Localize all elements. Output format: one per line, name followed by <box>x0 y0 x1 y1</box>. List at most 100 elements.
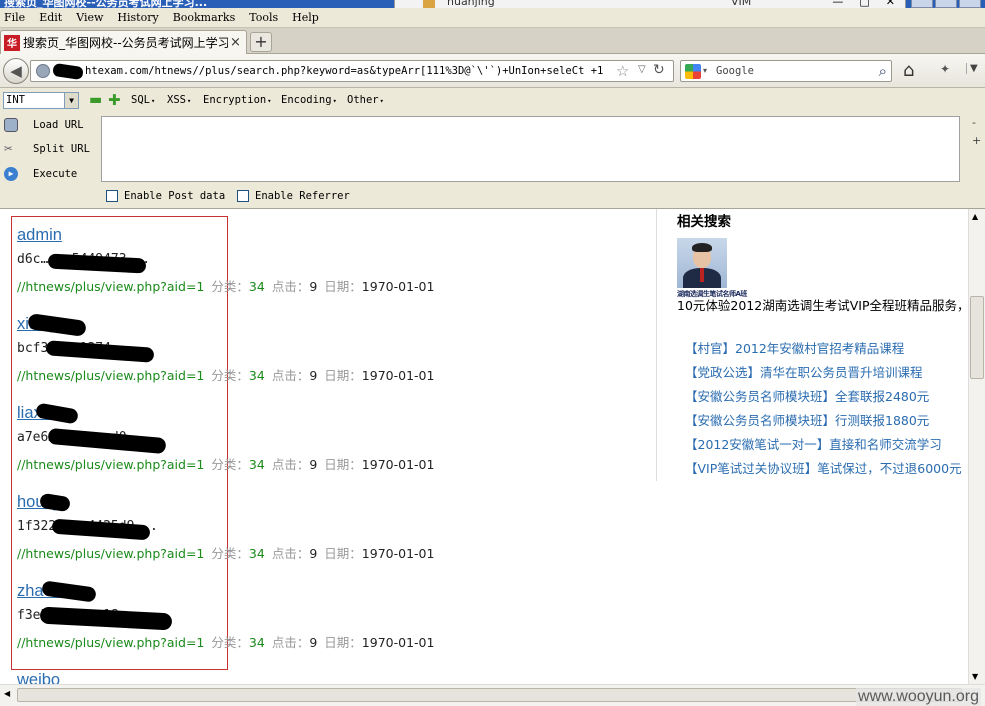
category-value: 34 <box>248 279 265 294</box>
back-button[interactable]: ◀ <box>3 58 29 84</box>
menu-encryption[interactable]: Encryption <box>203 94 271 106</box>
clicks-label: 点击： <box>271 635 310 650</box>
result-url: //htnews/plus/view.php?aid=1 <box>17 457 205 472</box>
related-link[interactable]: 【村官】2012年安徽村官招考精品课程 <box>685 338 904 357</box>
checkbox-icon[interactable] <box>106 190 118 202</box>
url-bar[interactable]: htexam.com/htnews//plus/search.php?keywo… <box>30 60 674 82</box>
result-meta: //htnews/plus/view.php?aid=1 分类：34 点击：9 日期：… <box>17 454 467 473</box>
result-url: //htnews/plus/view.php?aid=1 <box>17 368 205 383</box>
result-title-link[interactable]: houaj <box>17 491 467 513</box>
date-value: 1970-01-01 <box>361 457 435 472</box>
redaction-scribble <box>52 62 84 81</box>
overlay-window-controls[interactable]: — □ ✕ <box>832 0 895 8</box>
url-text[interactable]: htexam.com/htnews//plus/search.php?keywo… <box>85 65 605 77</box>
related-link[interactable]: 【党政公选】清华在职公务员晋升培训课程 <box>685 362 923 381</box>
result-title-link[interactable]: liaxxx <box>17 402 467 424</box>
search-placeholder[interactable]: Google <box>716 65 754 77</box>
type-select-value: INT <box>6 94 25 106</box>
site-favicon-icon: 华 <box>4 34 20 51</box>
menu-file[interactable]: File <box>4 11 25 24</box>
clicks-value: 9 <box>309 368 318 383</box>
result-title-link[interactable]: weibo <box>17 669 467 684</box>
vertical-scrollbar[interactable]: ▲ ▼ <box>968 209 985 684</box>
split-url-button[interactable]: ✂ Split URL <box>4 142 90 156</box>
new-tab-button[interactable]: + <box>250 32 272 52</box>
tab-active[interactable]: 华 搜索页_华图网校--公务员考试网上学习… × <box>0 30 247 54</box>
menu-help[interactable]: Help <box>292 11 319 24</box>
related-search-sidebar: 相关搜索 湖南选调生笔试名师A班 10元体验2012湖南选调生考试VIP全程班精… <box>656 209 968 481</box>
toolbar-menu-dropdown-icon[interactable]: ▼ <box>966 63 978 74</box>
menu-bar: File Edit View History Bookmarks Tools H… <box>0 8 985 28</box>
menu-bookmarks[interactable]: Bookmarks <box>173 11 236 24</box>
globe-icon <box>36 64 50 78</box>
chevron-down-icon[interactable]: ▼ <box>64 93 78 108</box>
result-title-link[interactable]: admin <box>17 224 467 246</box>
menu-view[interactable]: View <box>76 11 103 24</box>
result-meta: //htnews/plus/view.php?aid=1 分类：34 点击：9 日期：… <box>17 365 467 384</box>
related-link[interactable]: 【VIP笔试过关协议班】笔试保过，不过退6000元 <box>685 458 962 477</box>
teacher-photo[interactable] <box>677 238 727 288</box>
grow-textarea-button[interactable]: + <box>972 132 981 150</box>
enable-referrer-checkbox[interactable]: Enable Referrer <box>237 190 350 202</box>
url-dropdown-icon[interactable]: ▽ <box>638 64 646 75</box>
execute-label: Execute <box>33 168 78 180</box>
increment-icon[interactable]: ✚ <box>108 91 121 109</box>
reload-icon[interactable]: ↻ <box>653 62 665 78</box>
sidebar-heading: 相关搜索 <box>677 214 731 230</box>
clicks-label: 点击： <box>271 368 310 383</box>
result-url: //htnews/plus/view.php?aid=1 <box>17 279 205 294</box>
load-url-button[interactable]: Load URL <box>4 118 84 132</box>
scrollbar-thumb[interactable] <box>17 688 962 702</box>
search-icon[interactable]: ⌕ <box>879 62 887 80</box>
play-icon: ▶ <box>4 167 18 181</box>
tab-bar: 华 搜索页_华图网校--公务员考试网上学习… × + <box>0 28 985 54</box>
tab-title: 搜索页_华图网校--公务员考试网上学习… <box>23 36 228 50</box>
date-label: 日期： <box>324 635 362 650</box>
date-value: 1970-01-01 <box>361 279 435 294</box>
type-select[interactable]: INT ▼ <box>3 92 79 109</box>
related-link[interactable]: 【安徽公务员名师模块班】全套联报2480元 <box>685 386 929 405</box>
category-label: 分类： <box>211 368 249 383</box>
google-icon[interactable] <box>685 64 701 79</box>
promo-text[interactable]: 10元体验2012湖南选调生考试VIP全程班精品服务，免费得名师高清 <box>677 298 968 314</box>
extension-icon[interactable]: ✦ <box>940 62 950 76</box>
execute-button[interactable]: ▶ Execute <box>4 167 77 181</box>
menu-other[interactable]: Other <box>347 94 384 106</box>
horizontal-scrollbar[interactable]: ◀ <box>0 684 985 706</box>
enable-post-checkbox[interactable]: Enable Post data <box>106 190 225 202</box>
menu-history[interactable]: History <box>117 11 158 24</box>
date-value: 1970-01-01 <box>361 546 435 561</box>
menu-edit[interactable]: Edit <box>39 11 62 24</box>
scroll-left-icon[interactable]: ◀ <box>4 689 10 698</box>
window-controls[interactable] <box>911 0 981 8</box>
search-bar[interactable]: ▾ Google ⌕ <box>680 60 892 82</box>
menu-sql[interactable]: SQL <box>131 94 155 106</box>
window-title: 搜索页_华图网校--公务员考试网上学习... <box>4 0 208 8</box>
shrink-textarea-button[interactable]: - <box>972 114 981 132</box>
url-textarea[interactable] <box>101 116 960 182</box>
date-label: 日期： <box>324 546 362 561</box>
scroll-down-icon[interactable]: ▼ <box>972 672 978 681</box>
date-value: 1970-01-01 <box>361 635 435 650</box>
textarea-size-controls[interactable]: - + <box>972 114 981 150</box>
menu-encoding[interactable]: Encoding <box>281 94 337 106</box>
page-content: admin d6c…………5449473... //htnews/plus/vi… <box>0 209 968 684</box>
result-meta: //htnews/plus/view.php?aid=1 分类：34 点击：9 日期：… <box>17 276 467 295</box>
checkbox-icon[interactable] <box>237 190 249 202</box>
hackbar-panel: INT ▼ ▬ ✚ SQL XSS Encryption Encoding Ot… <box>0 88 985 209</box>
bookmark-star-icon[interactable]: ☆ <box>616 62 629 80</box>
clicks-value: 9 <box>309 279 318 294</box>
home-icon[interactable]: ⌂ <box>903 60 914 81</box>
category-value: 34 <box>248 368 265 383</box>
menu-tools[interactable]: Tools <box>249 11 278 24</box>
category-label: 分类： <box>211 635 249 650</box>
decrement-icon[interactable]: ▬ <box>89 92 102 108</box>
search-engine-dropdown-icon[interactable]: ▾ <box>703 66 707 75</box>
scrollbar-thumb[interactable] <box>970 296 984 379</box>
related-link[interactable]: 【安徽公务员名师模块班】行测联报1880元 <box>685 410 929 429</box>
result-item: weibo <box>17 669 467 684</box>
close-tab-icon[interactable]: × <box>230 35 241 50</box>
related-link[interactable]: 【2012安徽笔试一对一】直接和名师交流学习 <box>685 434 942 453</box>
menu-xss[interactable]: XSS <box>167 94 191 106</box>
scroll-up-icon[interactable]: ▲ <box>972 212 978 221</box>
